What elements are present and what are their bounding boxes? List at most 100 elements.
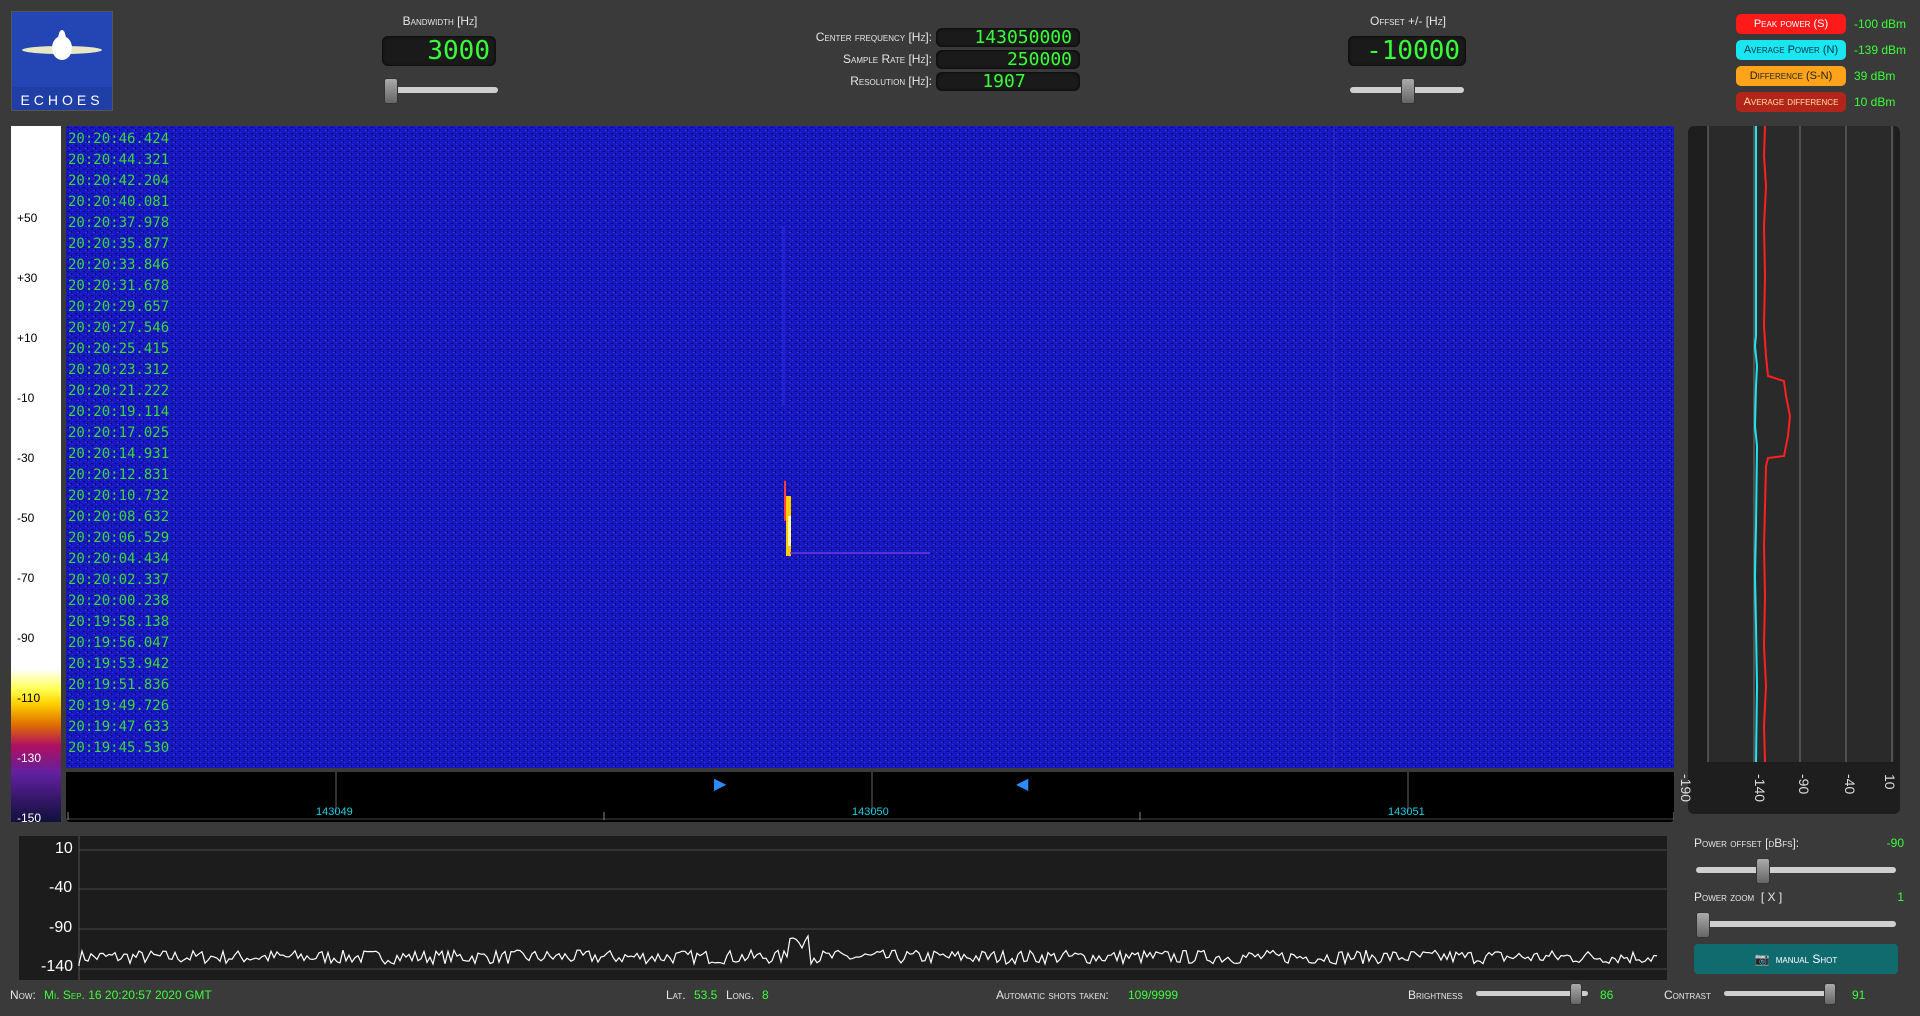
timestamp-row: 20:20:31.678 (68, 278, 170, 294)
spectrum-ytick: -140 (41, 958, 74, 975)
bandwidth-left-marker[interactable]: ▶ (714, 774, 726, 794)
power-zoom-track (1696, 921, 1896, 927)
now-label: Now: (10, 988, 36, 1002)
spectrum-trace (78, 934, 1658, 966)
average-difference-badge: Average difference (1736, 92, 1846, 112)
power-side-graph (1707, 125, 1894, 763)
app-logo: ECHOES (11, 11, 113, 111)
center-frequency-label: Center frequency [Hz]: (815, 30, 932, 44)
spectrum-graph (78, 836, 1667, 980)
brightness-value: 86 (1600, 988, 1614, 1002)
long-value: 8 (762, 988, 769, 1002)
brightness-slider[interactable] (1476, 983, 1588, 1005)
side-label-0: -190 (1678, 774, 1694, 803)
timestamp-row: 20:20:23.312 (68, 362, 170, 378)
average-difference-value: 10 dBm (1854, 95, 1896, 109)
contrast-knob[interactable] (1824, 983, 1836, 1005)
color-scale-tick: -90 (17, 631, 35, 645)
timestamp-row: 20:19:45.530 (68, 740, 170, 756)
bandwidth-slider-track (384, 87, 498, 93)
resolution-value[interactable]: 1907 (936, 71, 1080, 91)
side-label-1: -140 (1752, 774, 1768, 803)
average-power-value: -139 dBm (1854, 43, 1907, 57)
timestamp-row: 20:20:37.978 (68, 215, 170, 231)
timestamp-row: 20:20:10.732 (68, 488, 170, 504)
difference-badge: Difference (S-N) (1736, 66, 1846, 86)
color-scale-tick: +50 (17, 211, 38, 225)
contrast-slider[interactable] (1724, 983, 1836, 1005)
long-label: Long. (726, 988, 755, 1002)
power-offset-slider[interactable] (1696, 858, 1896, 884)
power-zoom-slider[interactable] (1696, 912, 1896, 938)
timestamp-row: 20:20:14.931 (68, 446, 170, 462)
color-scale: +50 +30 +10 -10 -30 -50 -70 -90 -110 -130 -150 (11, 126, 61, 825)
contrast-label: Contrast (1664, 988, 1711, 1002)
color-scale-tick: -50 (17, 511, 35, 525)
bandwidth-right-marker[interactable]: ◀ (1016, 774, 1028, 794)
brightness-knob[interactable] (1570, 983, 1582, 1005)
bandwidth-slider[interactable] (384, 78, 498, 104)
timestamp-row: 20:20:27.546 (68, 320, 170, 336)
timestamp-row: 20:20:33.846 (68, 257, 170, 273)
waterfall-display[interactable]: 20:20:46.424 20:20:44.321 20:20:42.204 20:2… (66, 126, 1674, 768)
timestamp-row: 20:20:40.081 (68, 194, 170, 210)
meteor-echo-peak (788, 516, 791, 546)
color-scale-tick: -10 (17, 391, 35, 405)
power-zoom-knob[interactable] (1696, 912, 1710, 938)
shots-label: Automatic shots taken: (996, 988, 1109, 1002)
difference-value: 39 dBm (1854, 69, 1896, 83)
timestamp-row: 20:19:47.633 (68, 719, 170, 735)
color-scale-tick: -130 (17, 751, 42, 765)
color-scale-tick: -70 (17, 571, 35, 585)
center-info: Center frequency [Hz]: 143050000 Sample … (760, 26, 1080, 92)
timestamp-row: 20:20:00.238 (68, 593, 170, 609)
spectrum-ytick: -90 (49, 919, 73, 936)
timestamp-row: 20:20:29.657 (68, 299, 170, 315)
timestamp-row: 20:19:51.836 (68, 677, 170, 693)
shots-value: 109/9999 (1128, 988, 1179, 1002)
logo-graphic (12, 12, 112, 87)
timestamp-row: 20:20:08.632 (68, 509, 170, 525)
offset-display[interactable]: -10000 (1348, 36, 1466, 66)
frequency-axis[interactable]: ▶ ◀ 143049 143050 143051 (66, 772, 1674, 822)
power-offset-label: Power offset [dBfs]: (1694, 836, 1800, 850)
side-label-2: -90 (1796, 774, 1812, 795)
lat-value: 53.5 (694, 988, 718, 1002)
bandwidth-slider-knob[interactable] (384, 78, 398, 104)
status-bar: Now: Mi. Sep. 16 20:20:57 2020 GMT Lat. … (0, 983, 1920, 1016)
faint-carrier-line (782, 226, 785, 406)
freq-label-right: 143051 (1388, 806, 1425, 818)
offset-slider[interactable] (1350, 78, 1464, 104)
timestamp-row: 20:19:56.047 (68, 635, 170, 651)
timestamp-row: 20:20:04.434 (68, 551, 170, 567)
timestamp-row: 20:19:58.138 (68, 614, 170, 630)
freq-label-left: 143049 (316, 806, 353, 818)
resolution-label: Resolution [Hz]: (850, 74, 932, 88)
spectrum-plot[interactable]: 10 -40 -90 -140 (19, 836, 1667, 980)
side-label-4: 10 (1882, 774, 1898, 790)
legend-row: Average difference 10 dBm (1736, 89, 1916, 115)
spectrum-ytick: -40 (49, 879, 73, 896)
offset-slider-knob[interactable] (1401, 78, 1415, 104)
bandwidth-label: Bandwidth [Hz] (402, 14, 478, 28)
legend-row: Average Power (N) -139 dBm (1736, 37, 1916, 63)
now-value: Mi. Sep. 16 20:20:57 2020 GMT (44, 988, 212, 1002)
center-row: Resolution [Hz]: 1907 (760, 70, 1080, 92)
peak-power-badge: Peak power (S) (1736, 14, 1846, 34)
timestamp-row: 20:20:02.337 (68, 572, 170, 588)
bandwidth-display[interactable]: 3000 (382, 36, 496, 66)
power-offset-knob[interactable] (1756, 858, 1770, 884)
contrast-value: 91 (1852, 988, 1866, 1002)
echo-tail (790, 552, 930, 554)
sample-rate-value[interactable]: 250000 (936, 49, 1080, 69)
faint-carrier-line (1333, 126, 1335, 768)
waterfall-noise (66, 126, 1674, 768)
power-zoom-label: Power zoom [ X ] (1694, 890, 1783, 904)
power-offset-track (1696, 867, 1896, 873)
offset-label: Offset +/- [Hz] (1370, 14, 1446, 28)
timestamp-row: 20:19:49.726 (68, 698, 170, 714)
timestamp-row: 20:20:25.415 (68, 341, 170, 357)
freq-label-center: 143050 (852, 806, 889, 818)
manual-shot-button[interactable]: 📷 manual Shot (1694, 944, 1898, 974)
center-frequency-value[interactable]: 143050000 (936, 27, 1080, 47)
